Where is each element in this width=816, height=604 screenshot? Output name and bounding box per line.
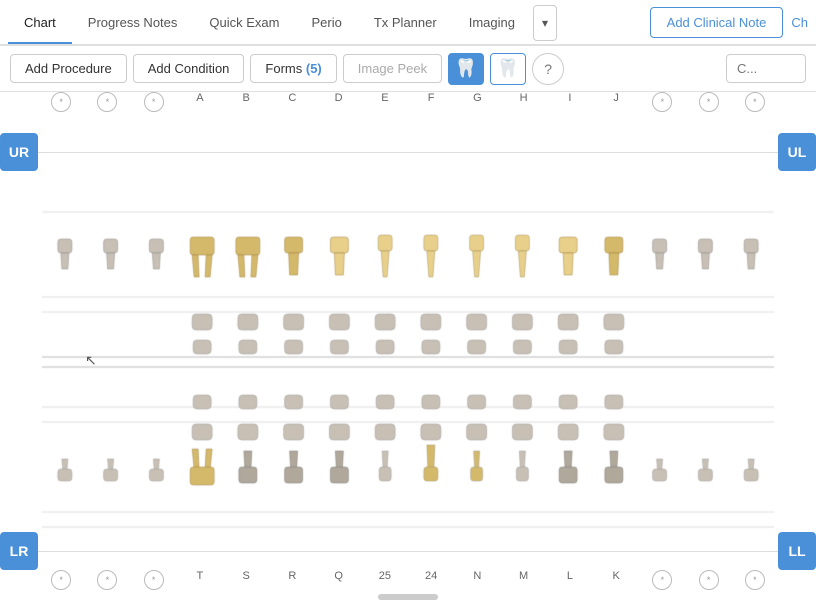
tooth-label-circle: * [652, 92, 672, 112]
upper-labels: * * * ABCDEFGHIJ * * * [38, 92, 778, 112]
tooth-label-cell: * [686, 570, 732, 590]
tooth-label-cell: K [593, 570, 639, 590]
tooth-label-cell: * [38, 570, 84, 590]
tooth-label-circle: * [97, 570, 117, 590]
tab-progress-notes[interactable]: Progress Notes [72, 3, 194, 44]
lr-label-container: LR [0, 532, 38, 570]
image-peek-button[interactable]: Image Peek [343, 54, 442, 83]
tooth-label-circle: * [144, 92, 164, 112]
tooth-label-circle: * [699, 92, 719, 112]
tab-chart[interactable]: Chart [8, 3, 72, 44]
tooth-label-cell: * [686, 92, 732, 112]
tooth-label-cell: J [593, 92, 639, 112]
tab-more-button[interactable]: ▾ [533, 5, 557, 41]
tooth-label-cell: M [501, 570, 547, 590]
help-button[interactable]: ? [532, 53, 564, 85]
tooth-label-circle: * [699, 570, 719, 590]
lower-tooth-labels-row: * * * TSRQ2524NMLK * * * [0, 570, 816, 590]
help-icon: ? [544, 61, 552, 77]
tab-tx-planner[interactable]: Tx Planner [358, 3, 453, 44]
tooth-outline-icon: 🦷 [497, 58, 519, 79]
scrollbar-area [0, 590, 816, 604]
tooth-label-cell: I [547, 92, 593, 112]
search-input[interactable] [726, 54, 806, 83]
ll-label-container: LL [778, 532, 816, 570]
tooth-filled-icon-button[interactable]: 🦷 [448, 53, 484, 85]
tooth-label-cell: T [177, 570, 223, 590]
forms-count-badge: (5) [306, 61, 322, 76]
tooth-label-circle: * [745, 570, 765, 590]
tooth-label-circle: * [51, 92, 71, 112]
tooth-label-circle: * [745, 92, 765, 112]
tab-imaging[interactable]: Imaging [453, 3, 531, 44]
tooth-label-cell: * [639, 570, 685, 590]
tooth-label-cell: 25 [362, 570, 408, 590]
lower-quadrant-row: LR LL [0, 532, 816, 570]
tab-quick-exam[interactable]: Quick Exam [193, 3, 295, 44]
tooth-label-cell: * [639, 92, 685, 112]
tooth-label-cell: N [454, 570, 500, 590]
top-nav: Chart Progress Notes Quick Exam Perio Tx… [0, 0, 816, 46]
tooth-label-circle: * [144, 570, 164, 590]
tab-perio[interactable]: Perio [295, 3, 357, 44]
upper-teeth-area [38, 112, 778, 192]
upper-tooth-labels-row: * * * ABCDEFGHIJ * * * [0, 92, 816, 112]
toolbar: Add Procedure Add Condition Forms (5) Im… [0, 46, 816, 92]
tooth-filled-icon: 🦷 [455, 58, 477, 79]
tooth-label-cell: E [362, 92, 408, 112]
tooth-label-circle: * [97, 92, 117, 112]
tooth-label-cell: * [732, 92, 778, 112]
tooth-label-cell: * [38, 92, 84, 112]
tooth-label-cell: * [131, 570, 177, 590]
tooth-outline-icon-button[interactable]: 🦷 [490, 53, 526, 85]
tooth-label-cell: * [84, 570, 130, 590]
lower-teeth-area [38, 533, 778, 569]
ll-label: LL [778, 532, 816, 570]
chart-content-area: ↖ [0, 192, 816, 532]
tooth-label-cell: S [223, 570, 269, 590]
ur-label: UR [0, 133, 38, 171]
add-clinical-note-button[interactable]: Add Clinical Note [650, 7, 784, 38]
tooth-label-cell: * [732, 570, 778, 590]
dental-chart: ***ABCDEFGHIJ*** UR UL ↖ LR LL ***TSRQ25… [0, 92, 816, 540]
tooth-label-circle: * [51, 570, 71, 590]
tooth-label-cell: Q [316, 570, 362, 590]
tooth-label-cell: 24 [408, 570, 454, 590]
tooth-label-cell: * [131, 92, 177, 112]
tooth-label-cell: F [408, 92, 454, 112]
add-condition-button[interactable]: Add Condition [133, 54, 245, 83]
ul-label-container: UL [778, 133, 816, 171]
forms-label: Forms [265, 61, 302, 76]
tooth-label-cell: R [269, 570, 315, 590]
upper-quadrant-row: UR UL [0, 112, 816, 192]
tooth-label-cell: L [547, 570, 593, 590]
ch-indicator: Ch [791, 15, 808, 30]
tooth-label-cell: B [223, 92, 269, 112]
ur-label-container: UR [0, 133, 38, 171]
scrollbar-thumb[interactable] [378, 594, 438, 600]
tooth-label-cell: G [454, 92, 500, 112]
add-procedure-button[interactable]: Add Procedure [10, 54, 127, 83]
lower-labels: * * * TSRQ2524NMLK * * * [38, 570, 778, 590]
tooth-label-cell: H [501, 92, 547, 112]
teeth-visual-area: ↖ [0, 192, 816, 532]
tooth-label-cell: A [177, 92, 223, 112]
lr-label: LR [0, 532, 38, 570]
tooth-label-cell: C [269, 92, 315, 112]
forms-button[interactable]: Forms (5) [250, 54, 336, 83]
tooth-label-cell: * [84, 92, 130, 112]
tooth-label-cell: D [316, 92, 362, 112]
tooth-label-circle: * [652, 570, 672, 590]
ul-label: UL [778, 133, 816, 171]
